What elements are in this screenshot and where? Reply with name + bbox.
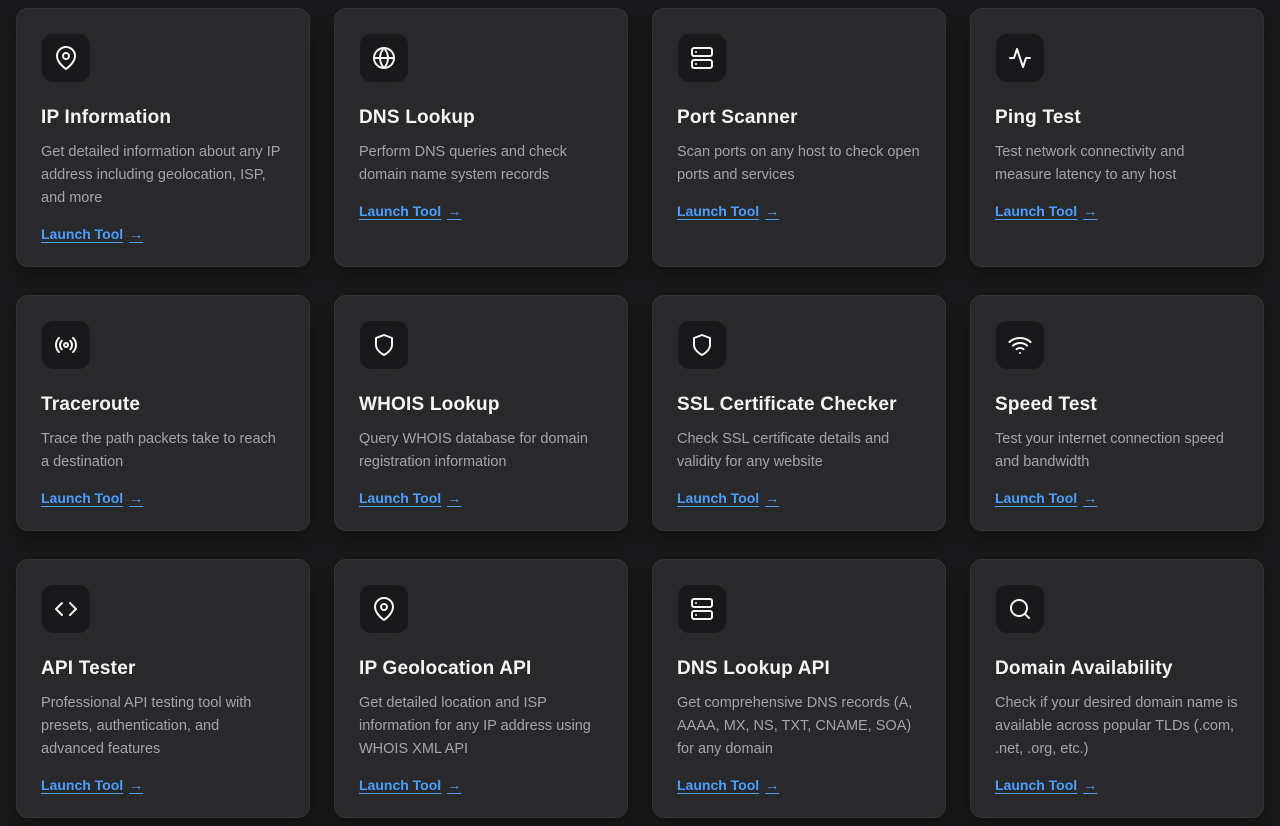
activity-icon [995,33,1045,83]
launch-tool-label: Launch Tool [995,203,1077,219]
launch-tool-label: Launch Tool [359,203,441,219]
card-title: SSL Certificate Checker [677,394,897,416]
card-title: DNS Lookup API [677,658,830,680]
card-title: IP Information [41,107,171,129]
server-icon [677,33,727,83]
tool-card-dns-lookup-api: DNS Lookup API Get comprehensive DNS rec… [652,559,946,818]
shield-icon [677,320,727,370]
card-description: Trace the path packets take to reach a d… [41,428,285,474]
tool-card-ping-test: Ping Test Test network connectivity and … [970,8,1264,267]
tool-card-whois-lookup: WHOIS Lookup Query WHOIS database for do… [334,295,628,531]
arrow-right-icon: → [765,777,779,793]
card-title: IP Geolocation API [359,658,532,680]
tool-card-speed-test: Speed Test Test your internet connection… [970,295,1264,531]
launch-tool-label: Launch Tool [41,490,123,506]
card-title: Speed Test [995,394,1097,416]
card-title: WHOIS Lookup [359,394,500,416]
card-description: Perform DNS queries and check domain nam… [359,141,603,187]
arrow-right-icon: → [765,490,779,506]
card-title: Domain Availability [995,658,1173,680]
launch-tool-label: Launch Tool [41,226,123,242]
launch-tool-link[interactable]: Launch Tool → [359,490,461,506]
launch-tool-link[interactable]: Launch Tool → [41,490,143,506]
launch-tool-link[interactable]: Launch Tool → [677,203,779,219]
arrow-right-icon: → [765,203,779,219]
launch-tool-label: Launch Tool [995,777,1077,793]
launch-tool-label: Launch Tool [41,777,123,793]
code-icon [41,584,91,634]
tools-grid: IP Information Get detailed information … [0,0,1280,826]
card-title: Traceroute [41,394,140,416]
launch-tool-label: Launch Tool [677,203,759,219]
card-description: Test your internet connection speed and … [995,428,1239,474]
card-title: Port Scanner [677,107,798,129]
launch-tool-label: Launch Tool [677,490,759,506]
card-description: Check SSL certificate details and validi… [677,428,921,474]
tool-card-ssl-certificate-checker: SSL Certificate Checker Check SSL certif… [652,295,946,531]
tool-card-dns-lookup: DNS Lookup Perform DNS queries and check… [334,8,628,267]
card-description: Query WHOIS database for domain registra… [359,428,603,474]
radio-icon [41,320,91,370]
wifi-icon [995,320,1045,370]
card-description: Get detailed location and ISP informatio… [359,692,603,761]
arrow-right-icon: → [129,777,143,793]
launch-tool-link[interactable]: Launch Tool → [677,777,779,793]
arrow-right-icon: → [1083,203,1097,219]
tool-card-traceroute: Traceroute Trace the path packets take t… [16,295,310,531]
launch-tool-label: Launch Tool [677,777,759,793]
launch-tool-link[interactable]: Launch Tool → [995,490,1097,506]
card-description: Professional API testing tool with prese… [41,692,285,761]
arrow-right-icon: → [129,226,143,242]
tool-card-api-tester: API Tester Professional API testing tool… [16,559,310,818]
card-description: Get comprehensive DNS records (A, AAAA, … [677,692,921,761]
arrow-right-icon: → [447,777,461,793]
globe-icon [359,33,409,83]
map-pin-icon [41,33,91,83]
tool-card-ip-information: IP Information Get detailed information … [16,8,310,267]
tool-card-domain-availability: Domain Availability Check if your desire… [970,559,1264,818]
arrow-right-icon: → [447,490,461,506]
card-description: Get detailed information about any IP ad… [41,141,285,210]
launch-tool-link[interactable]: Launch Tool → [995,777,1097,793]
card-description: Scan ports on any host to check open por… [677,141,921,187]
card-description: Check if your desired domain name is ava… [995,692,1239,761]
card-title: DNS Lookup [359,107,475,129]
server-icon [677,584,727,634]
card-description: Test network connectivity and measure la… [995,141,1239,187]
card-title: Ping Test [995,107,1081,129]
arrow-right-icon: → [447,203,461,219]
launch-tool-link[interactable]: Launch Tool → [359,777,461,793]
tool-card-ip-geolocation-api: IP Geolocation API Get detailed location… [334,559,628,818]
launch-tool-link[interactable]: Launch Tool → [41,777,143,793]
launch-tool-label: Launch Tool [359,777,441,793]
launch-tool-label: Launch Tool [359,490,441,506]
card-title: API Tester [41,658,136,680]
launch-tool-link[interactable]: Launch Tool → [677,490,779,506]
search-icon [995,584,1045,634]
launch-tool-link[interactable]: Launch Tool → [359,203,461,219]
tool-card-port-scanner: Port Scanner Scan ports on any host to c… [652,8,946,267]
launch-tool-label: Launch Tool [995,490,1077,506]
arrow-right-icon: → [129,490,143,506]
arrow-right-icon: → [1083,490,1097,506]
launch-tool-link[interactable]: Launch Tool → [995,203,1097,219]
arrow-right-icon: → [1083,777,1097,793]
map-pin-icon [359,584,409,634]
launch-tool-link[interactable]: Launch Tool → [41,226,143,242]
shield-icon [359,320,409,370]
